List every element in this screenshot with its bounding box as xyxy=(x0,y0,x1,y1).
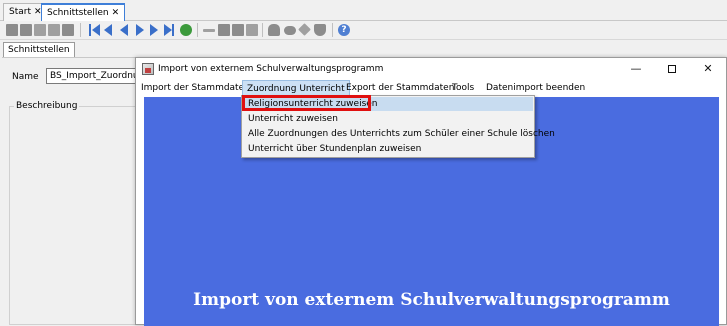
tab-schnittstellen[interactable]: Schnittstellen ✕ xyxy=(41,3,126,21)
dialog-titlebar[interactable]: Import von externem Schulverwaltungsprog… xyxy=(136,58,726,80)
delete-icon[interactable] xyxy=(48,24,60,36)
last-bar-icon[interactable] xyxy=(172,24,174,36)
ellipse-icon[interactable] xyxy=(284,26,296,35)
toolbar: ? xyxy=(0,21,727,40)
next-icon[interactable] xyxy=(136,24,144,36)
menu-zuordnung-unterricht[interactable]: Zuordnung Unterricht xyxy=(242,80,350,96)
document-tab-bar: Start ✕ Schnittstellen ✕ xyxy=(0,0,727,21)
paste-icon[interactable] xyxy=(246,24,258,36)
subtab-schnittstellen[interactable]: Schnittstellen xyxy=(3,42,75,58)
menu-datenimport-beenden[interactable]: Datenimport beenden xyxy=(482,80,589,96)
menu-item-zuordnungen-loeschen[interactable]: Alle Zuordnungen des Unterrichts zum Sch… xyxy=(243,127,555,141)
name-label: Name xyxy=(12,72,39,82)
beschreibung-groupbox xyxy=(9,106,149,325)
banner-title: Import von externem Schulverwaltungsprog… xyxy=(193,290,670,310)
save-icon[interactable] xyxy=(20,24,32,36)
prev-icon[interactable] xyxy=(120,24,128,36)
menu-import-stammdaten[interactable]: Import der Stammdaten xyxy=(137,80,254,96)
copy-icon[interactable] xyxy=(232,24,244,36)
dialog-title: Import von externem Schulverwaltungsprog… xyxy=(158,64,384,74)
beschreibung-label: Beschreibung xyxy=(14,101,80,111)
dialog-menubar: Import der Stammdaten Zuordnung Unterric… xyxy=(136,80,726,96)
menu-item-religionsunterricht-zuweisen[interactable]: Religionsunterricht zuweisen xyxy=(243,97,533,111)
first-icon[interactable] xyxy=(89,24,91,36)
help-icon[interactable]: ? xyxy=(338,24,350,36)
menu-item-stundenplan-zuweisen[interactable]: Unterricht über Stundenplan zuweisen xyxy=(243,142,533,156)
maximize-button[interactable] xyxy=(654,58,690,80)
new-icon[interactable] xyxy=(6,24,18,36)
menu-export-stammdaten[interactable]: Export der Stammdaten xyxy=(342,80,458,96)
menu-item-unterricht-zuweisen[interactable]: Unterricht zuweisen xyxy=(243,112,533,126)
name-field[interactable]: BS_Import_Zuordnung xyxy=(46,68,146,84)
toolbar-separator xyxy=(332,23,333,37)
diamond-icon[interactable] xyxy=(298,23,311,36)
first-arrow-icon[interactable] xyxy=(92,24,100,36)
undo-icon[interactable] xyxy=(34,24,46,36)
subtab-bar: Schnittstellen xyxy=(0,40,727,58)
tab-start-label: Start xyxy=(9,7,31,17)
maximize-icon xyxy=(668,65,676,73)
minus-icon[interactable] xyxy=(203,29,215,32)
app-icon xyxy=(142,63,154,75)
next-page-icon[interactable] xyxy=(150,24,158,36)
toolbar-separator xyxy=(262,23,263,37)
tab-schnittstellen-label: Schnittstellen xyxy=(47,8,109,18)
zuordnung-dropdown-menu: Religionsunterricht zuweisen Unterricht … xyxy=(241,95,555,158)
close-icon[interactable]: ✕ xyxy=(112,8,120,18)
last-icon[interactable] xyxy=(164,24,172,36)
shield-icon[interactable] xyxy=(314,24,326,36)
close-button[interactable]: ✕ xyxy=(690,58,726,80)
cut-icon[interactable] xyxy=(218,24,230,36)
toolbar-separator xyxy=(80,23,81,37)
prev-page-icon[interactable] xyxy=(104,24,112,36)
minimize-button[interactable]: — xyxy=(618,58,654,80)
comment-icon[interactable] xyxy=(62,24,74,36)
toolbar-separator xyxy=(197,23,198,37)
refresh-icon[interactable] xyxy=(180,24,192,36)
cloud-icon[interactable] xyxy=(268,24,280,36)
menu-tools[interactable]: Tools xyxy=(448,80,478,96)
